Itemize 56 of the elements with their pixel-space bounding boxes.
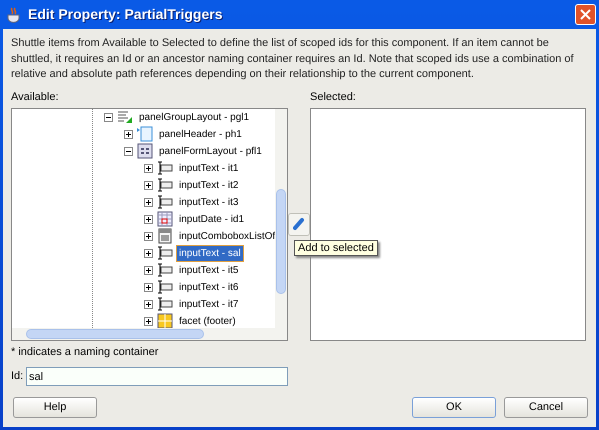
collapse-toggle[interactable] bbox=[104, 112, 113, 122]
tree-item[interactable]: inputDate - id1 bbox=[177, 212, 246, 227]
horizontal-scrollbar[interactable] bbox=[12, 328, 287, 340]
expand-toggle[interactable] bbox=[144, 180, 153, 190]
text-field-icon bbox=[157, 160, 173, 176]
close-button[interactable] bbox=[575, 4, 596, 25]
tree-item[interactable]: inputText - it3 bbox=[177, 194, 240, 210]
expand-toggle[interactable] bbox=[144, 232, 153, 241]
description-text: Shuttle items from Available to Selected to define the list of scoped ids for this component. If an item cannot be shuttled, it requires an Id or an ancestor naming container requires an Id. Note that scoped ids use a combination of relative and absolute path references depending on their relationship to the current component. bbox=[11, 36, 575, 82]
text-field-icon bbox=[157, 296, 173, 312]
id-label: Id: bbox=[11, 369, 24, 384]
expand-toggle[interactable] bbox=[144, 300, 153, 309]
help-button[interactable]: Help bbox=[13, 397, 97, 418]
panel-icon bbox=[137, 126, 153, 142]
expand-toggle[interactable] bbox=[144, 164, 153, 173]
text-field-icon bbox=[157, 279, 173, 296]
text-field-icon bbox=[157, 194, 173, 210]
cancel-button[interactable]: Cancel bbox=[504, 397, 588, 418]
text-field-icon bbox=[157, 245, 173, 262]
tree-item[interactable]: inputText - sal bbox=[177, 246, 243, 261]
expand-toggle[interactable] bbox=[144, 248, 153, 258]
available-label: Available: bbox=[11, 90, 60, 104]
tree-item[interactable]: inputComboboxListOf bbox=[177, 228, 275, 244]
grid-icon bbox=[137, 143, 153, 160]
tree-item[interactable]: inputText - it7 bbox=[177, 296, 240, 312]
expand-toggle[interactable] bbox=[124, 130, 133, 139]
tree-item[interactable]: inputText - it1 bbox=[177, 160, 240, 176]
tooltip: Add to selected bbox=[294, 240, 378, 256]
expand-toggle[interactable] bbox=[144, 282, 153, 292]
tree-item[interactable]: inputText - it2 bbox=[177, 178, 240, 193]
expand-toggle[interactable] bbox=[144, 198, 153, 207]
window-title: Edit Property: PartialTriggers bbox=[28, 5, 222, 24]
expand-toggle[interactable] bbox=[144, 316, 153, 326]
tree-item[interactable]: inputText - it5 bbox=[177, 262, 240, 278]
four-square-icon bbox=[157, 313, 173, 328]
close-icon bbox=[580, 9, 591, 20]
tree-item[interactable]: panelHeader - ph1 bbox=[157, 126, 244, 142]
collapse-toggle[interactable] bbox=[124, 146, 133, 156]
lines-icon bbox=[117, 109, 133, 126]
ok-button[interactable]: OK bbox=[412, 397, 496, 418]
text-field-icon bbox=[157, 262, 173, 278]
add-to-selected-button[interactable] bbox=[288, 212, 310, 236]
tree-item[interactable]: inputText - it6 bbox=[177, 280, 240, 295]
vertical-scrollbar[interactable] bbox=[275, 108, 287, 328]
text-field-icon bbox=[157, 177, 173, 194]
tree-item[interactable]: panelGroupLayout - pgl1 bbox=[137, 110, 252, 125]
pencil-icon bbox=[293, 217, 305, 232]
calendar-icon bbox=[157, 211, 173, 228]
expand-toggle[interactable] bbox=[144, 214, 153, 224]
dropdown-list-icon bbox=[157, 228, 173, 244]
footnote-text: * indicates a naming container bbox=[11, 344, 160, 360]
id-field[interactable]: sal bbox=[26, 367, 288, 386]
tree-item[interactable]: facet (footer) bbox=[177, 314, 238, 328]
selected-label: Selected: bbox=[310, 90, 356, 104]
tree-item[interactable]: panelFormLayout - pfl1 bbox=[157, 144, 264, 159]
expand-toggle[interactable] bbox=[144, 266, 153, 275]
